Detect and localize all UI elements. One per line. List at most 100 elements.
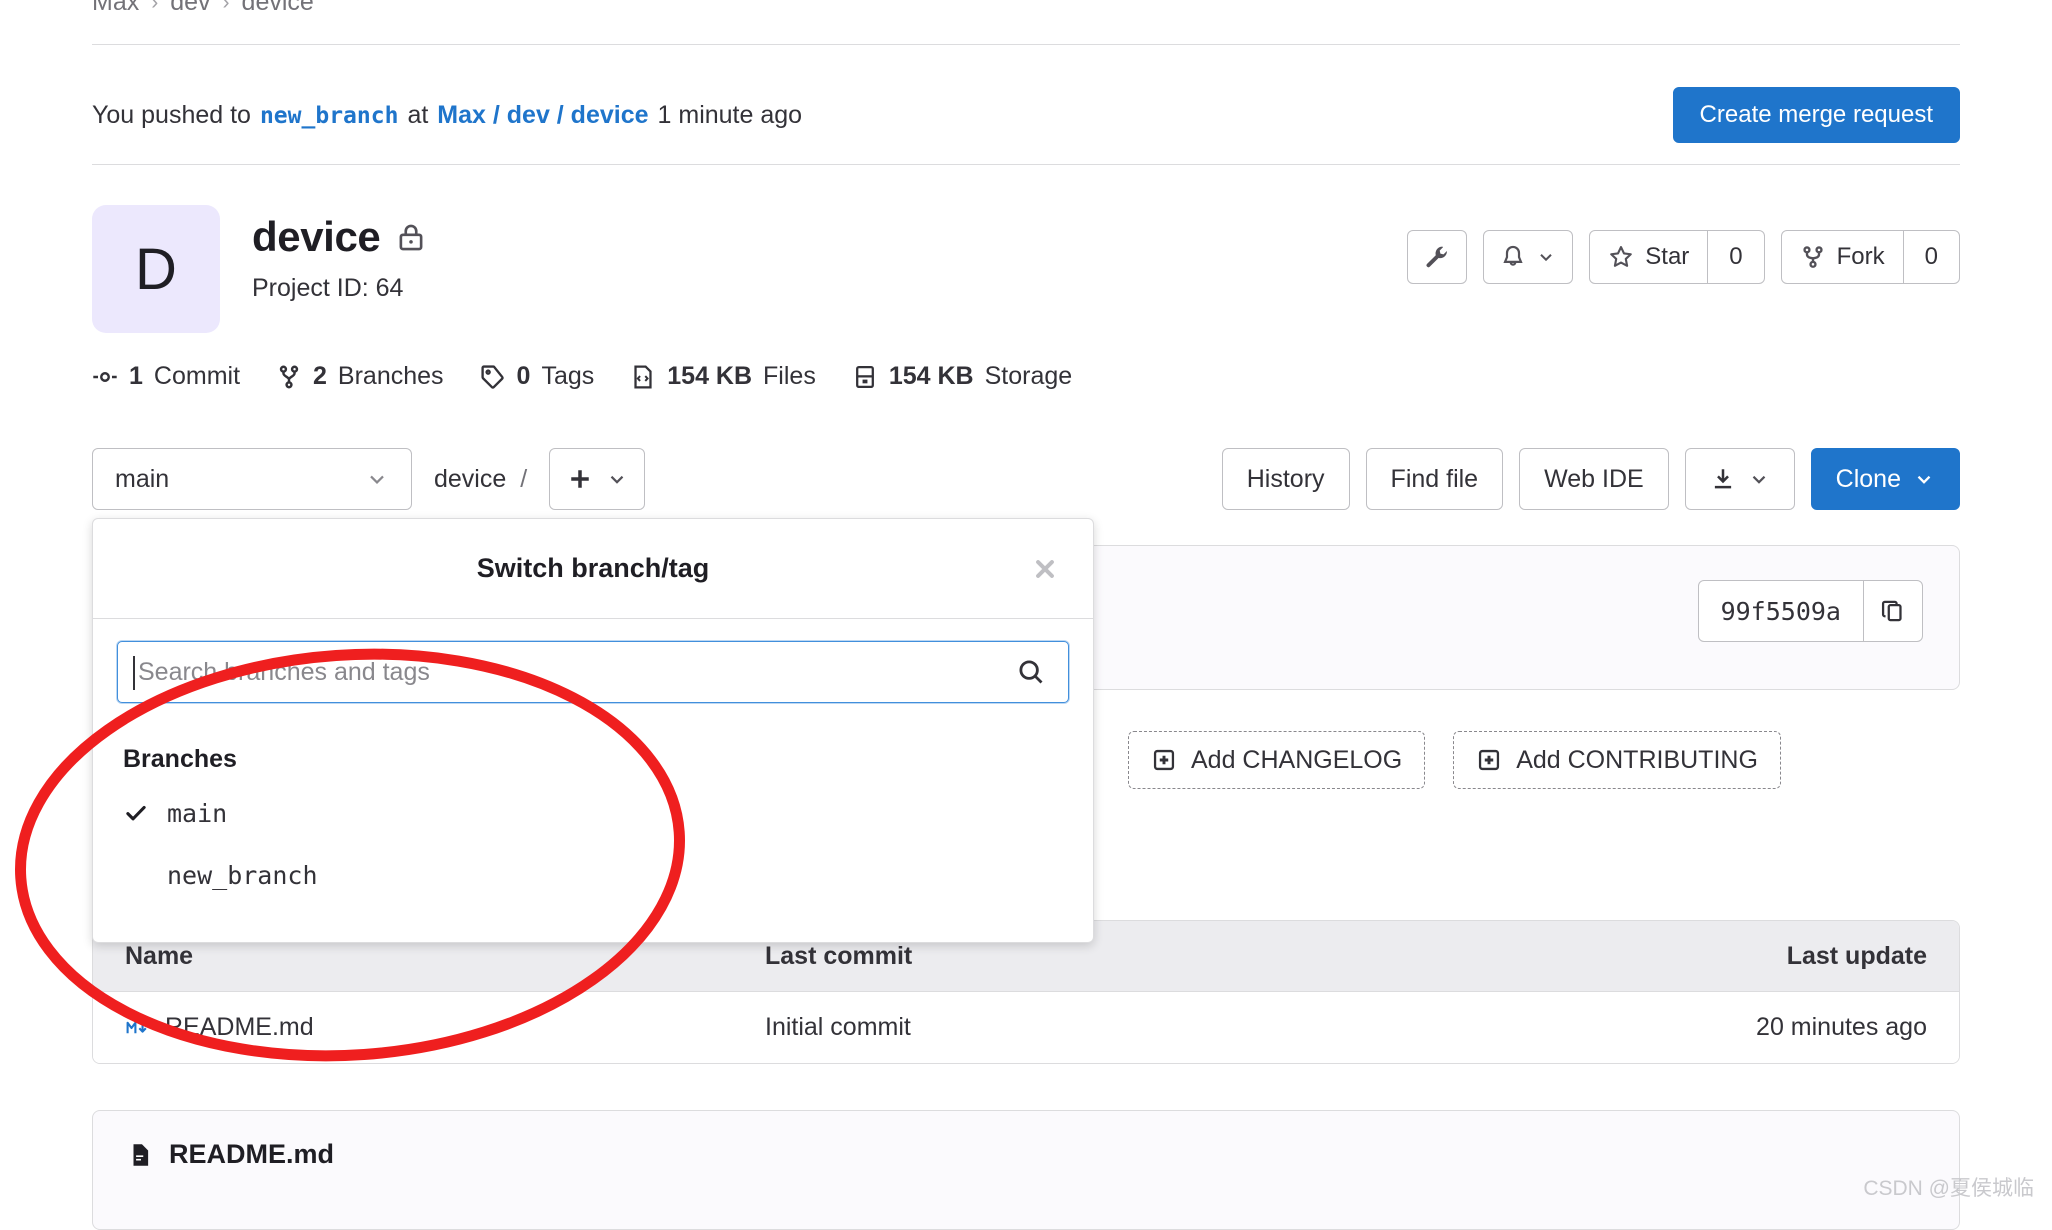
find-file-button[interactable]: Find file: [1365, 448, 1504, 510]
copy-sha-button[interactable]: [1864, 581, 1922, 641]
fork-button-group: Fork 0: [1780, 230, 1960, 284]
repo-path-separator: /: [520, 464, 528, 493]
project-meta: device Project ID: 64: [252, 205, 426, 303]
readme-card-title: README.md: [169, 1139, 335, 1169]
file-name-cell[interactable]: README.md: [125, 1013, 765, 1042]
star-button[interactable]: Star: [1590, 231, 1707, 283]
push-project-link[interactable]: Max / dev / device: [437, 101, 648, 130]
file-last-commit[interactable]: Initial commit: [765, 1013, 1607, 1042]
notifications-button[interactable]: [1483, 230, 1574, 284]
chevron-down-icon: [1536, 247, 1556, 267]
stat-storage-label: Storage: [984, 362, 1073, 390]
add-changelog-label: Add CHANGELOG: [1191, 745, 1403, 774]
stat-tags[interactable]: 0 Tags: [480, 362, 595, 391]
stat-branches[interactable]: 2 Branches: [276, 362, 444, 391]
push-event-text: You pushed to new_branch at Max / dev / …: [92, 101, 802, 130]
stat-files-value: 154 KB: [667, 362, 753, 390]
file-last-update: 20 minutes ago: [1756, 1013, 1927, 1041]
star-button-group: Star 0: [1589, 230, 1765, 284]
storage-icon: [852, 364, 878, 390]
plus-square-icon: [1151, 747, 1177, 773]
page-title: device: [252, 213, 381, 260]
stat-commits[interactable]: 1 Commit: [92, 362, 240, 391]
file-name-label: README.md: [165, 1013, 314, 1041]
stat-storage[interactable]: 154 KB Storage: [852, 362, 1072, 391]
chevron-down-icon: [1913, 468, 1935, 490]
commit-sha-box: 99f5509a: [1697, 580, 1923, 642]
clone-label: Clone: [1835, 464, 1901, 493]
fork-count[interactable]: 0: [1904, 231, 1959, 283]
repo-toolbar-right: History Find file Web IDE Clone: [1221, 448, 1960, 510]
stat-files[interactable]: 154 KB Files: [630, 362, 816, 391]
dropdown-group-label: Branches: [123, 745, 237, 773]
add-contributing-label: Add CONTRIBUTING: [1516, 745, 1758, 774]
clone-button[interactable]: Clone: [1810, 448, 1960, 510]
star-count[interactable]: 0: [1708, 231, 1763, 283]
breadcrumb-item-group[interactable]: Max: [92, 0, 139, 17]
stat-commits-value: 1: [129, 362, 143, 390]
download-source-button[interactable]: [1684, 448, 1795, 510]
divider-below-push: [92, 164, 1960, 165]
project-settings-button[interactable]: [1407, 230, 1468, 284]
branch-option-label: main: [167, 798, 228, 828]
stat-storage-value: 154 KB: [888, 362, 974, 390]
breadcrumb: Max › dev › device: [92, 0, 314, 17]
branch-icon: [276, 364, 302, 390]
table-row[interactable]: README.md Initial commit 20 minutes ago: [93, 991, 1959, 1063]
add-contributing-button[interactable]: Add CONTRIBUTING: [1453, 731, 1781, 789]
branch-selector-button[interactable]: main: [92, 448, 412, 510]
chevron-down-icon: [1748, 468, 1770, 490]
stat-commits-label: Commit: [153, 362, 241, 390]
fork-icon: [1800, 244, 1826, 270]
repo-path-breadcrumb: device /: [434, 465, 527, 494]
search-icon: [1016, 657, 1046, 687]
clipboard-icon: [1880, 598, 1906, 624]
readme-card-header: README.md: [93, 1111, 1959, 1198]
check-icon: [123, 800, 149, 826]
add-to-repo-button[interactable]: [549, 448, 646, 510]
watermark: CSDN @夏侯城临: [1863, 1177, 2034, 1200]
star-label: Star: [1645, 243, 1690, 270]
create-merge-request-button[interactable]: Create merge request: [1672, 87, 1960, 143]
search-input-placeholder: Search branches and tags: [138, 657, 430, 686]
add-changelog-button[interactable]: Add CHANGELOG: [1128, 731, 1426, 789]
push-timestamp: 1 minute ago: [657, 100, 803, 129]
search-input[interactable]: Search branches and tags: [117, 641, 1069, 703]
breadcrumb-separator-icon: ›: [151, 0, 159, 14]
column-header-last-update: Last update: [1786, 941, 1927, 970]
gitlab-project-page: Max › dev › device You pushed to new_bra…: [0, 0, 2052, 1230]
branch-option-new-branch[interactable]: new_branch: [93, 844, 1093, 906]
breadcrumb-item-subgroup[interactable]: dev: [170, 0, 210, 17]
project-id-label: Project ID: 64: [252, 274, 404, 302]
markdown-icon: [125, 1017, 151, 1039]
chevron-down-icon: [365, 467, 389, 491]
stat-tags-value: 0: [516, 362, 531, 390]
push-event-banner: You pushed to new_branch at Max / dev / …: [92, 80, 1960, 150]
text-caret: [133, 656, 135, 690]
divider-top: [92, 44, 1960, 45]
close-icon[interactable]: [1025, 549, 1065, 589]
project-title-row: device: [252, 213, 426, 261]
branch-switch-dropdown: Switch branch/tag Search branches and ta…: [92, 518, 1094, 943]
dropdown-body: Branches main new_branch: [93, 717, 1093, 942]
fork-button[interactable]: Fork: [1782, 231, 1903, 283]
branch-option-main[interactable]: main: [93, 782, 1093, 844]
push-branch-link[interactable]: new_branch: [260, 103, 398, 129]
dropdown-title: Switch branch/tag: [476, 553, 710, 583]
repo-path-root[interactable]: device: [434, 465, 506, 494]
lock-icon: [396, 221, 426, 253]
branch-option-label: new_branch: [167, 860, 318, 890]
fork-label: Fork: [1836, 243, 1885, 270]
history-button[interactable]: History: [1221, 448, 1350, 510]
commit-sha: 99f5509a: [1720, 596, 1841, 626]
stat-tags-label: Tags: [541, 362, 595, 390]
breadcrumb-separator-icon: ›: [222, 0, 230, 14]
breadcrumb-item-project[interactable]: device: [242, 0, 314, 17]
web-ide-button[interactable]: Web IDE: [1519, 448, 1669, 510]
bell-icon: [1500, 244, 1526, 270]
project-header: D device Project ID: 64: [92, 205, 426, 333]
repo-toolbar-left: main device /: [92, 448, 646, 510]
chevron-down-icon: [606, 468, 628, 490]
stat-branches-value: 2: [313, 362, 327, 390]
dropdown-header: Switch branch/tag: [93, 519, 1093, 619]
